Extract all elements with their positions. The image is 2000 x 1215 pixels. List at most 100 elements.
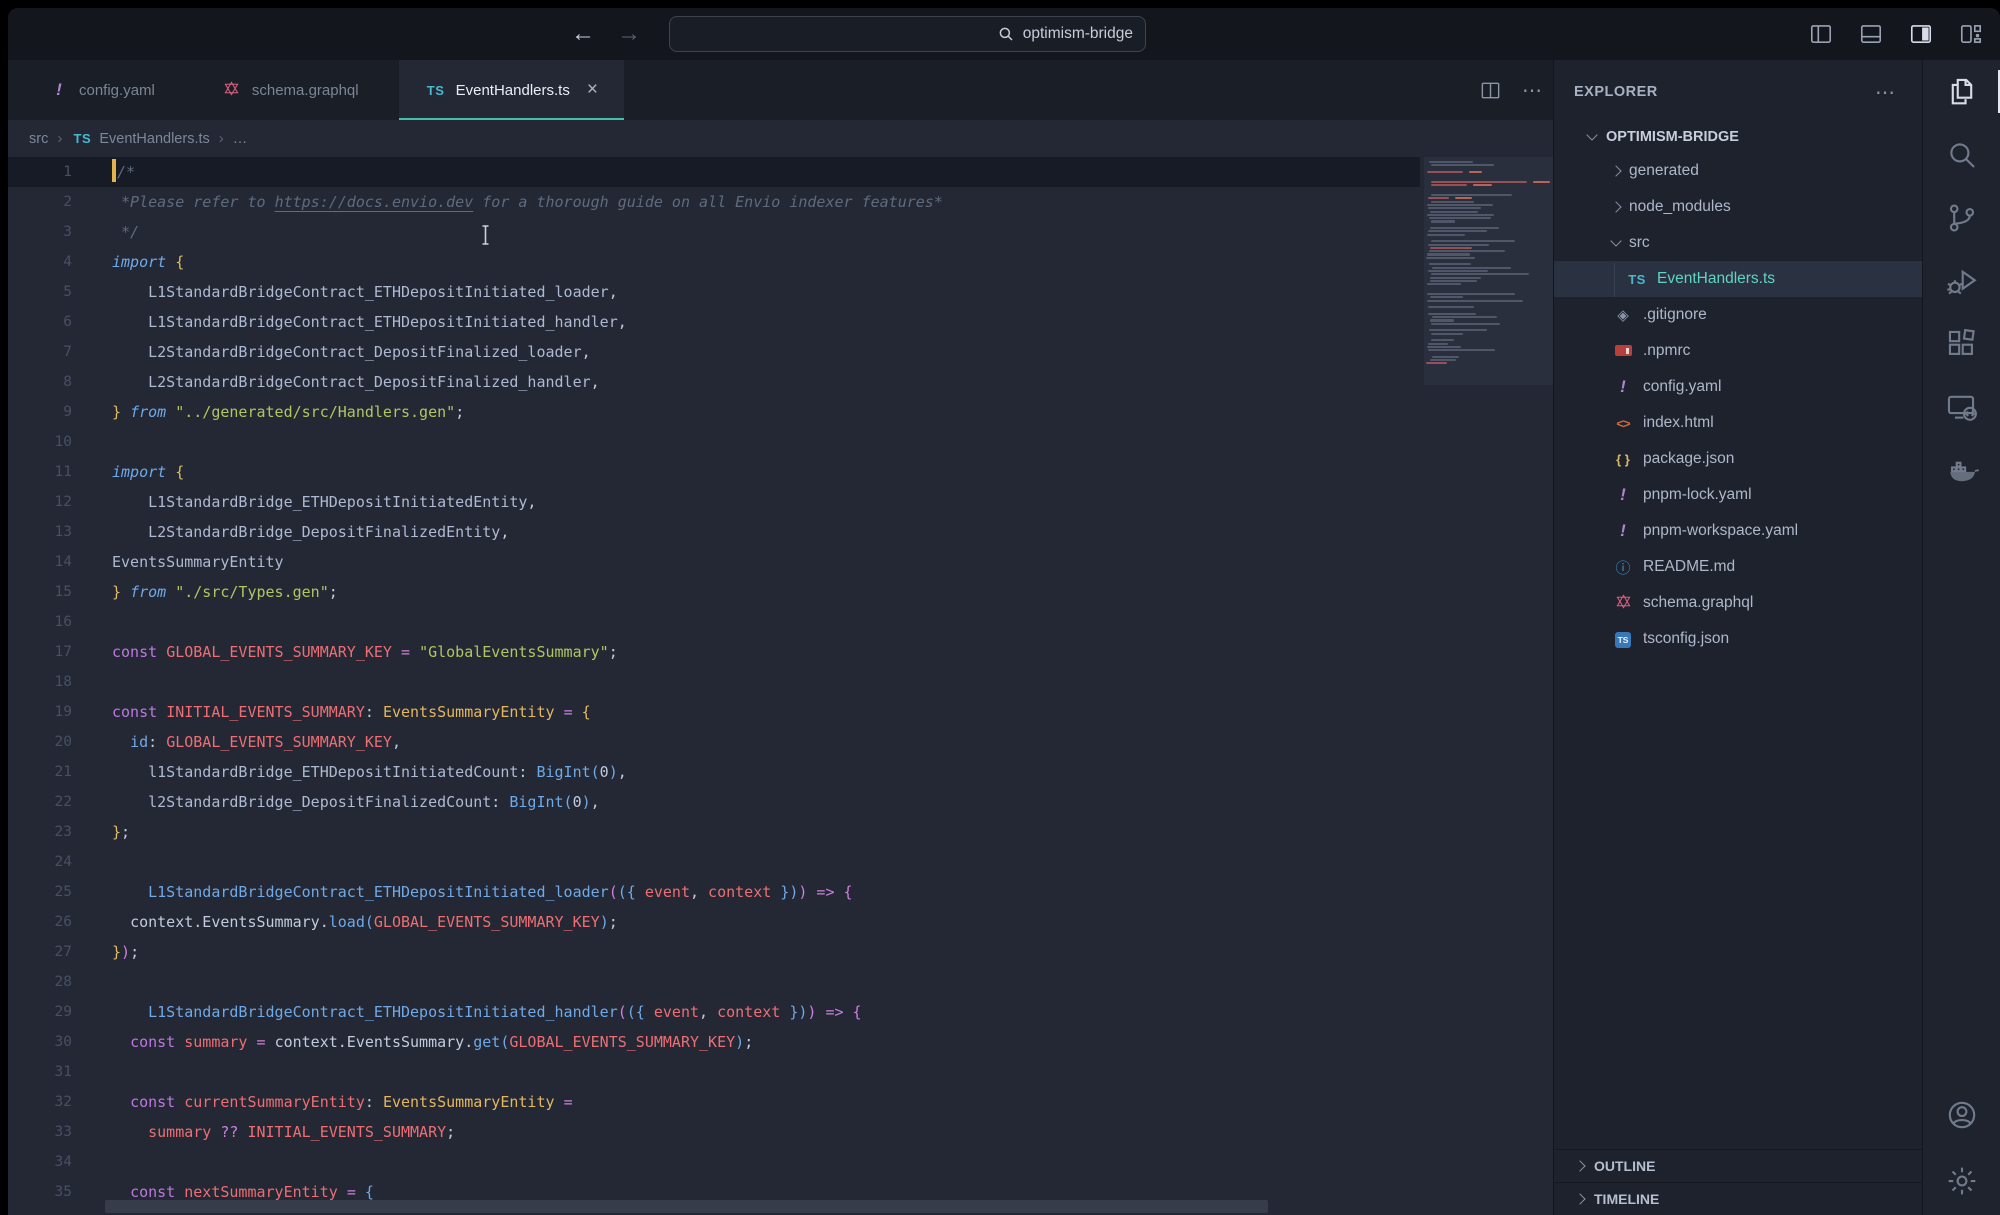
code-line[interactable]: 14 EventsSummaryEntity — [8, 547, 1420, 577]
activity-settings[interactable] — [1923, 1161, 2000, 1201]
explorer-item-.gitignore[interactable]: ◈ .gitignore — [1554, 297, 1922, 333]
explorer-item-src[interactable]: src — [1554, 225, 1922, 261]
code-line[interactable]: 27 }); — [8, 937, 1420, 967]
code-line[interactable]: 29 L1StandardBridgeContract_ETHDepositIn… — [8, 997, 1420, 1027]
line-number[interactable]: 12 — [8, 487, 72, 517]
line-number[interactable]: 28 — [8, 967, 72, 997]
explorer-item-README.md[interactable]: ⓘ README.md — [1554, 549, 1922, 585]
line-number[interactable]: 16 — [8, 607, 72, 637]
command-center-search[interactable]: optimism-bridge — [669, 16, 1146, 52]
code-line[interactable]: 2 *Please refer to https://docs.envio.de… — [8, 187, 1420, 217]
code-line[interactable]: 30 const summary = context.EventsSummary… — [8, 1027, 1420, 1057]
explorer-more-actions-icon[interactable]: ⋯ — [1875, 80, 1896, 105]
line-number[interactable]: 14 — [8, 547, 72, 577]
line-number[interactable]: 7 — [8, 337, 72, 367]
breadcrumb-item[interactable]: … — [233, 131, 248, 147]
code-line[interactable]: 22 l2StandardBridge_DepositFinalizedCoun… — [8, 787, 1420, 817]
tab-EventHandlers.ts[interactable]: TS EventHandlers.ts × — [399, 60, 624, 120]
breadcrumb-item[interactable]: TSEventHandlers.ts — [71, 131, 209, 147]
line-number[interactable]: 2 — [8, 187, 72, 217]
line-number[interactable]: 19 — [8, 697, 72, 727]
line-number[interactable]: 31 — [8, 1057, 72, 1087]
line-number[interactable]: 20 — [8, 727, 72, 757]
line-number[interactable]: 32 — [8, 1087, 72, 1117]
explorer-item-package.json[interactable]: { } package.json — [1554, 441, 1922, 477]
line-number[interactable]: 5 — [8, 277, 72, 307]
line-number[interactable]: 9 — [8, 397, 72, 427]
code-line[interactable]: 31 — [8, 1057, 1420, 1087]
explorer-item-pnpm-workspace.yaml[interactable]: ! pnpm-workspace.yaml — [1554, 513, 1922, 549]
explorer-item-node_modules[interactable]: node_modules — [1554, 189, 1922, 225]
line-number[interactable]: 35 — [8, 1177, 72, 1207]
customize-layout-icon[interactable] — [1958, 21, 1984, 47]
activity-extensions[interactable] — [1923, 312, 2000, 375]
code-line[interactable]: 1 /* — [8, 157, 1420, 187]
line-number[interactable]: 23 — [8, 817, 72, 847]
code-line[interactable]: 10 — [8, 427, 1420, 457]
breadcrumb-item[interactable]: src — [29, 131, 48, 147]
explorer-root-folder[interactable]: OPTIMISM-BRIDGE — [1554, 120, 1922, 153]
activity-search[interactable] — [1923, 123, 2000, 186]
line-number[interactable]: 29 — [8, 997, 72, 1027]
code-line[interactable]: 11 import { — [8, 457, 1420, 487]
line-number[interactable]: 4 — [8, 247, 72, 277]
line-number[interactable]: 21 — [8, 757, 72, 787]
explorer-item-EventHandlers.ts[interactable]: TS EventHandlers.ts — [1554, 261, 1922, 297]
line-number[interactable]: 3 — [8, 217, 72, 247]
panel-bottom-icon[interactable] — [1858, 21, 1884, 47]
code-line[interactable]: 20 id: GLOBAL_EVENTS_SUMMARY_KEY, — [8, 727, 1420, 757]
line-number[interactable]: 25 — [8, 877, 72, 907]
explorer-item-.npmrc[interactable]: .npmrc — [1554, 333, 1922, 369]
line-number[interactable]: 26 — [8, 907, 72, 937]
tab-config.yaml[interactable]: ! config.yaml — [22, 60, 181, 120]
explorer-item-generated[interactable]: generated — [1554, 153, 1922, 189]
code-editor[interactable]: 1 /* 2 *Please refer to https://docs.env… — [8, 157, 1553, 1215]
close-icon[interactable]: × — [587, 79, 598, 101]
code-line[interactable]: 7 L2StandardBridgeContract_DepositFinali… — [8, 337, 1420, 367]
horizontal-scrollbar[interactable] — [105, 1200, 1268, 1213]
section-outline[interactable]: OUTLINE — [1554, 1149, 1922, 1182]
line-number[interactable]: 18 — [8, 667, 72, 697]
code-line[interactable]: 5 L1StandardBridgeContract_ETHDepositIni… — [8, 277, 1420, 307]
code-line[interactable]: 17 const GLOBAL_EVENTS_SUMMARY_KEY = "Gl… — [8, 637, 1420, 667]
code-line[interactable]: 28 — [8, 967, 1420, 997]
split-editor-icon[interactable] — [1479, 79, 1502, 102]
code-line[interactable]: 8 L2StandardBridgeContract_DepositFinali… — [8, 367, 1420, 397]
code-line[interactable]: 12 L1StandardBridge_ETHDepositInitiatedE… — [8, 487, 1420, 517]
activity-remote-explorer[interactable] — [1923, 375, 2000, 438]
code-line[interactable]: 3 */ — [8, 217, 1420, 247]
line-number[interactable]: 15 — [8, 577, 72, 607]
forward-arrow-icon[interactable]: → — [617, 20, 641, 48]
code-line[interactable]: 21 l1StandardBridge_ETHDepositInitiatedC… — [8, 757, 1420, 787]
panel-right-active-icon[interactable] — [1908, 21, 1934, 47]
code-line[interactable]: 24 — [8, 847, 1420, 877]
explorer-item-pnpm-lock.yaml[interactable]: ! pnpm-lock.yaml — [1554, 477, 1922, 513]
activity-source-control[interactable] — [1923, 186, 2000, 249]
line-number[interactable]: 8 — [8, 367, 72, 397]
code-line[interactable]: 13 L2StandardBridge_DepositFinalizedEnti… — [8, 517, 1420, 547]
line-number[interactable]: 30 — [8, 1027, 72, 1057]
explorer-item-config.yaml[interactable]: ! config.yaml — [1554, 369, 1922, 405]
line-number[interactable]: 34 — [8, 1147, 72, 1177]
code-line[interactable]: 34 — [8, 1147, 1420, 1177]
section-timeline[interactable]: TIMELINE — [1554, 1182, 1922, 1215]
code-line[interactable]: 33 summary ?? INITIAL_EVENTS_SUMMARY; — [8, 1117, 1420, 1147]
line-number[interactable]: 11 — [8, 457, 72, 487]
line-number[interactable]: 13 — [8, 517, 72, 547]
line-number[interactable]: 6 — [8, 307, 72, 337]
code-line[interactable]: 4 import { — [8, 247, 1420, 277]
code-line[interactable]: 25 L1StandardBridgeContract_ETHDepositIn… — [8, 877, 1420, 907]
code-line[interactable]: 16 — [8, 607, 1420, 637]
explorer-item-index.html[interactable]: <> index.html — [1554, 405, 1922, 441]
tab-schema.graphql[interactable]: schema.graphql — [195, 60, 385, 120]
line-number[interactable]: 1 — [8, 157, 72, 187]
back-arrow-icon[interactable]: ← — [571, 20, 595, 48]
panel-left-icon[interactable] — [1808, 21, 1834, 47]
minimap[interactable] — [1424, 157, 1553, 1215]
line-number[interactable]: 10 — [8, 427, 72, 457]
code-line[interactable]: 23 }; — [8, 817, 1420, 847]
activity-account[interactable] — [1923, 1095, 2000, 1135]
line-number[interactable]: 22 — [8, 787, 72, 817]
code-line[interactable]: 19 const INITIAL_EVENTS_SUMMARY: EventsS… — [8, 697, 1420, 727]
editor-more-actions-icon[interactable]: ⋯ — [1522, 78, 1543, 103]
